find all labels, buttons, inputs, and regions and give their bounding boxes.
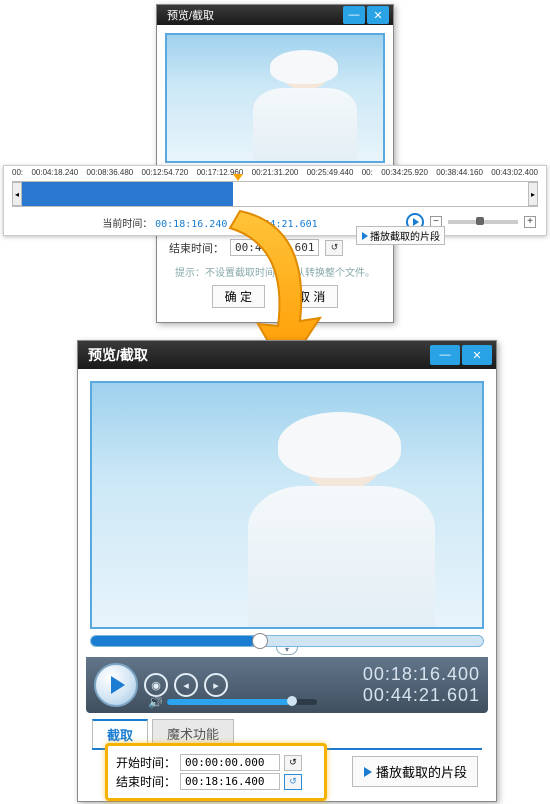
window-title: 预览/截取 <box>161 7 214 23</box>
volume-slider[interactable] <box>167 699 317 705</box>
end-time-field[interactable]: 00:44:21.601 <box>230 239 319 256</box>
hint-text: 提示：不设置截取时间则默认转换整个文件。 <box>169 264 381 279</box>
preview-clip-dialog-large: 预览/截取 — ✕ ▾ ◉ ◂ ▸ 00:18:16.400 00:44:21.… <box>77 340 497 802</box>
window-title: 预览/截取 <box>82 345 148 365</box>
play-clip-button[interactable]: 播放截取的片段 <box>352 756 478 787</box>
play-clip-button-small[interactable]: 播放截取的片段 <box>356 226 445 245</box>
close-button[interactable]: ✕ <box>462 345 492 365</box>
titlebar[interactable]: 预览/截取 — ✕ <box>157 5 393 25</box>
play-button[interactable] <box>94 663 138 707</box>
end-time-label: 结束时间： <box>116 773 176 790</box>
titlebar[interactable]: 预览/截取 — ✕ <box>78 341 496 369</box>
close-button[interactable]: ✕ <box>367 6 389 24</box>
cancel-button[interactable]: 取 消 <box>285 285 338 308</box>
timeline-ruler[interactable]: ◂ ▸ <box>12 181 538 207</box>
preview-clip-dialog-small: 预览/截取 — ✕ 结束时间： 00:44:21.601 ↺ 提示：不设置截取时… <box>156 4 394 323</box>
video-preview <box>165 33 385 163</box>
ok-button[interactable]: 确 定 <box>212 285 265 308</box>
volume-up-button[interactable]: + <box>524 216 536 228</box>
set-start-time-button[interactable]: ↺ <box>284 755 302 771</box>
set-end-time-button[interactable]: ↺ <box>325 240 343 256</box>
end-time-label: 结束时间： <box>169 240 224 256</box>
playhead-marker[interactable] <box>233 174 243 181</box>
timeline-ticks: 00: 00:04:18.240 00:08:36.480 00:12:54.7… <box>4 166 546 179</box>
timeline-zoom-panel: 00: 00:04:18.240 00:08:36.480 00:12:54.7… <box>3 165 547 236</box>
scroll-right-button[interactable]: ▸ <box>528 182 538 206</box>
timeline-volume-slider[interactable] <box>448 220 518 224</box>
set-end-time-button[interactable]: ↺ <box>284 774 302 790</box>
end-time-field[interactable]: 00:18:16.400 <box>180 773 280 790</box>
start-time-label: 开始时间： <box>116 754 176 771</box>
video-preview <box>90 381 484 629</box>
playback-controls: ◉ ◂ ▸ 00:18:16.400 00:44:21.601 🔊 <box>86 657 488 713</box>
start-time-field[interactable]: 00:00:00.000 <box>180 754 280 771</box>
step-back-button[interactable]: ◂ <box>174 673 198 697</box>
minimize-button[interactable]: — <box>343 6 365 24</box>
stop-button[interactable]: ◉ <box>144 673 168 697</box>
volume-icon[interactable]: 🔊 <box>148 695 163 709</box>
current-time-display: 00:18:16.400 <box>363 664 480 685</box>
scroll-left-button[interactable]: ◂ <box>12 182 22 206</box>
current-time-value: 00:18:16.240 / 00:44:21.601 <box>155 219 318 230</box>
total-time-display: 00:44:21.601 <box>363 685 480 706</box>
seek-slider[interactable] <box>90 635 484 647</box>
current-time-label: 当前时间： <box>102 219 152 230</box>
minimize-button[interactable]: — <box>430 345 460 365</box>
step-forward-button[interactable]: ▸ <box>204 673 228 697</box>
time-range-highlight: 开始时间： 00:00:00.000 ↺ 结束时间： 00:18:16.400 … <box>105 743 327 801</box>
